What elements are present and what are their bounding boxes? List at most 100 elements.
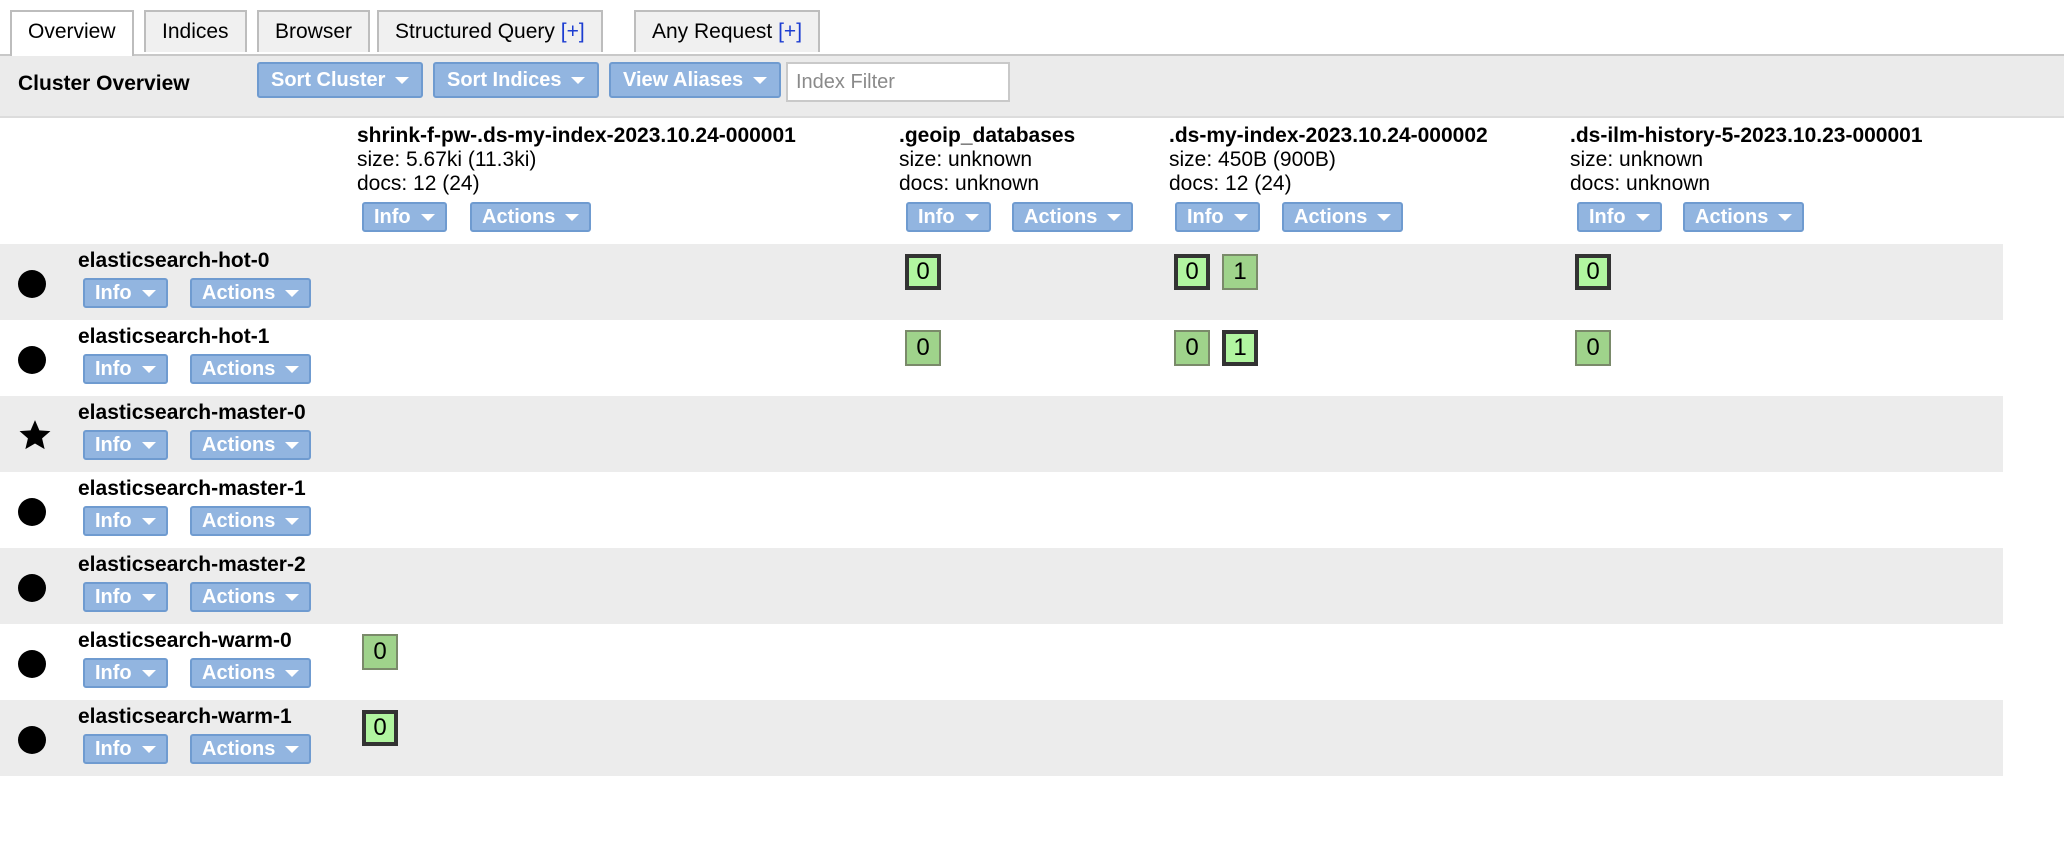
node-actions-button[interactable]: Actions bbox=[190, 354, 312, 384]
index-size: size: 450B (900B) bbox=[1169, 148, 1336, 171]
caret-down-icon bbox=[395, 77, 410, 85]
shard[interactable]: 0 bbox=[1174, 254, 1210, 290]
info-label: Info bbox=[95, 358, 132, 380]
node-info-button[interactable]: Info bbox=[83, 506, 168, 536]
tab-label: Structured Query bbox=[395, 20, 555, 43]
node-info-button[interactable]: Info bbox=[83, 278, 168, 308]
page-title: Cluster Overview bbox=[18, 72, 190, 95]
actions-label: Actions bbox=[1024, 206, 1098, 228]
node-row: elasticsearch-master-1 Info Actions bbox=[0, 472, 2003, 548]
node-row: elasticsearch-master-0 Info Actions bbox=[0, 396, 2003, 472]
shard[interactable]: 0 bbox=[1575, 330, 1611, 366]
info-label: Info bbox=[95, 662, 132, 684]
star-icon bbox=[18, 418, 51, 450]
tab-label: Overview bbox=[28, 20, 116, 43]
shard[interactable]: 0 bbox=[1575, 254, 1611, 290]
caret-down-icon bbox=[1377, 214, 1392, 222]
tab-plus: [+] bbox=[778, 20, 803, 43]
tab-label: Indices bbox=[162, 20, 229, 43]
caret-down-icon bbox=[141, 442, 156, 450]
caret-down-icon bbox=[285, 670, 300, 678]
index-header: .ds-my-index-2023.10.24-000002 size: 450… bbox=[1169, 124, 1488, 196]
index-actions-button[interactable]: Actions bbox=[470, 202, 592, 232]
caret-down-icon bbox=[285, 366, 300, 374]
node-actions-button[interactable]: Actions bbox=[190, 430, 312, 460]
index-actions-button[interactable]: Actions bbox=[1282, 202, 1404, 232]
actions-label: Actions bbox=[202, 662, 276, 684]
sort-indices-label: Sort Indices bbox=[447, 69, 562, 91]
node-info-button[interactable]: Info bbox=[83, 658, 168, 688]
node-row: elasticsearch-master-2 Info Actions bbox=[0, 548, 2003, 624]
tab-plus: [+] bbox=[560, 20, 585, 43]
shard[interactable]: 0 bbox=[362, 710, 398, 746]
info-label: Info bbox=[374, 206, 411, 228]
star-icon-shape bbox=[19, 420, 51, 450]
tab-indices[interactable]: Indices bbox=[144, 10, 247, 52]
dot-icon bbox=[18, 650, 46, 678]
node-actions-button[interactable]: Actions bbox=[190, 734, 312, 764]
index-docs: docs: unknown bbox=[899, 172, 1040, 195]
tab-overview[interactable]: Overview bbox=[10, 10, 134, 56]
index-actions-button[interactable]: Actions bbox=[1012, 202, 1134, 232]
info-label: Info bbox=[95, 738, 132, 760]
dot-icon bbox=[18, 270, 46, 298]
sort-indices-button[interactable]: Sort Indices bbox=[433, 62, 600, 98]
caret-down-icon bbox=[753, 77, 768, 85]
node-info-button[interactable]: Info bbox=[83, 354, 168, 384]
caret-down-icon bbox=[141, 746, 156, 754]
index-header: shrink-f-pw-.ds-my-index-2023.10.24-0000… bbox=[357, 124, 796, 196]
index-info-button[interactable]: Info bbox=[1175, 202, 1260, 232]
index-name: shrink-f-pw-.ds-my-index-2023.10.24-0000… bbox=[357, 124, 796, 147]
caret-down-icon bbox=[141, 594, 156, 602]
view-aliases-button[interactable]: View Aliases bbox=[609, 62, 782, 98]
caret-down-icon bbox=[1778, 214, 1793, 222]
index-info-button[interactable]: Info bbox=[1577, 202, 1662, 232]
index-info-button[interactable]: Info bbox=[906, 202, 991, 232]
actions-label: Actions bbox=[202, 586, 276, 608]
actions-label: Actions bbox=[1294, 206, 1368, 228]
shard[interactable]: 1 bbox=[1222, 254, 1258, 290]
index-filter-input[interactable] bbox=[786, 62, 1010, 102]
node-name: elasticsearch-master-2 bbox=[78, 553, 306, 576]
tab-browser[interactable]: Browser bbox=[257, 10, 371, 52]
sort-cluster-button[interactable]: Sort Cluster bbox=[257, 62, 424, 98]
cluster-toolbar: Cluster Overview Sort Cluster Sort Indic… bbox=[0, 56, 2064, 118]
node-actions-button[interactable]: Actions bbox=[190, 506, 312, 536]
caret-down-icon bbox=[571, 77, 586, 85]
node-name: elasticsearch-warm-0 bbox=[78, 629, 292, 652]
sort-cluster-label: Sort Cluster bbox=[271, 69, 386, 91]
tab-any-request[interactable]: Any Request [+] bbox=[634, 10, 821, 52]
node-actions-button[interactable]: Actions bbox=[190, 658, 312, 688]
node-info-button[interactable]: Info bbox=[83, 430, 168, 460]
node-info-button[interactable]: Info bbox=[83, 734, 168, 764]
node-name: elasticsearch-warm-1 bbox=[78, 705, 292, 728]
actions-label: Actions bbox=[482, 206, 556, 228]
shard[interactable]: 0 bbox=[905, 330, 941, 366]
shard[interactable]: 1 bbox=[1222, 330, 1258, 366]
caret-down-icon bbox=[1107, 214, 1122, 222]
index-name: .ds-my-index-2023.10.24-000002 bbox=[1169, 124, 1488, 147]
view-aliases-label: View Aliases bbox=[623, 69, 744, 91]
node-actions-button[interactable]: Actions bbox=[190, 582, 312, 612]
node-info-button[interactable]: Info bbox=[83, 582, 168, 612]
index-info-button[interactable]: Info bbox=[362, 202, 447, 232]
caret-down-icon bbox=[285, 442, 300, 450]
shard[interactable]: 0 bbox=[905, 254, 941, 290]
node-actions-button[interactable]: Actions bbox=[190, 278, 312, 308]
index-name: .ds-ilm-history-5-2023.10.23-000001 bbox=[1570, 124, 1923, 147]
node-row: elasticsearch-hot-1 Info Actions 0 0 1 0 bbox=[0, 320, 2003, 396]
tab-structured-query[interactable]: Structured Query [+] bbox=[377, 10, 603, 52]
info-label: Info bbox=[1589, 206, 1626, 228]
tab-label: Any Request bbox=[652, 20, 773, 43]
actions-label: Actions bbox=[202, 282, 276, 304]
info-label: Info bbox=[95, 510, 132, 532]
shard[interactable]: 0 bbox=[1174, 330, 1210, 366]
index-actions-button[interactable]: Actions bbox=[1683, 202, 1805, 232]
tab-bar: Overview Indices Browser Structured Quer… bbox=[0, 0, 2064, 56]
shard[interactable]: 0 bbox=[362, 634, 398, 670]
node-row: elasticsearch-hot-0 Info Actions 0 0 1 0 bbox=[0, 244, 2003, 320]
node-name: elasticsearch-master-0 bbox=[78, 401, 306, 424]
caret-down-icon bbox=[141, 518, 156, 526]
caret-down-icon bbox=[1635, 214, 1650, 222]
dot-icon bbox=[18, 574, 46, 602]
